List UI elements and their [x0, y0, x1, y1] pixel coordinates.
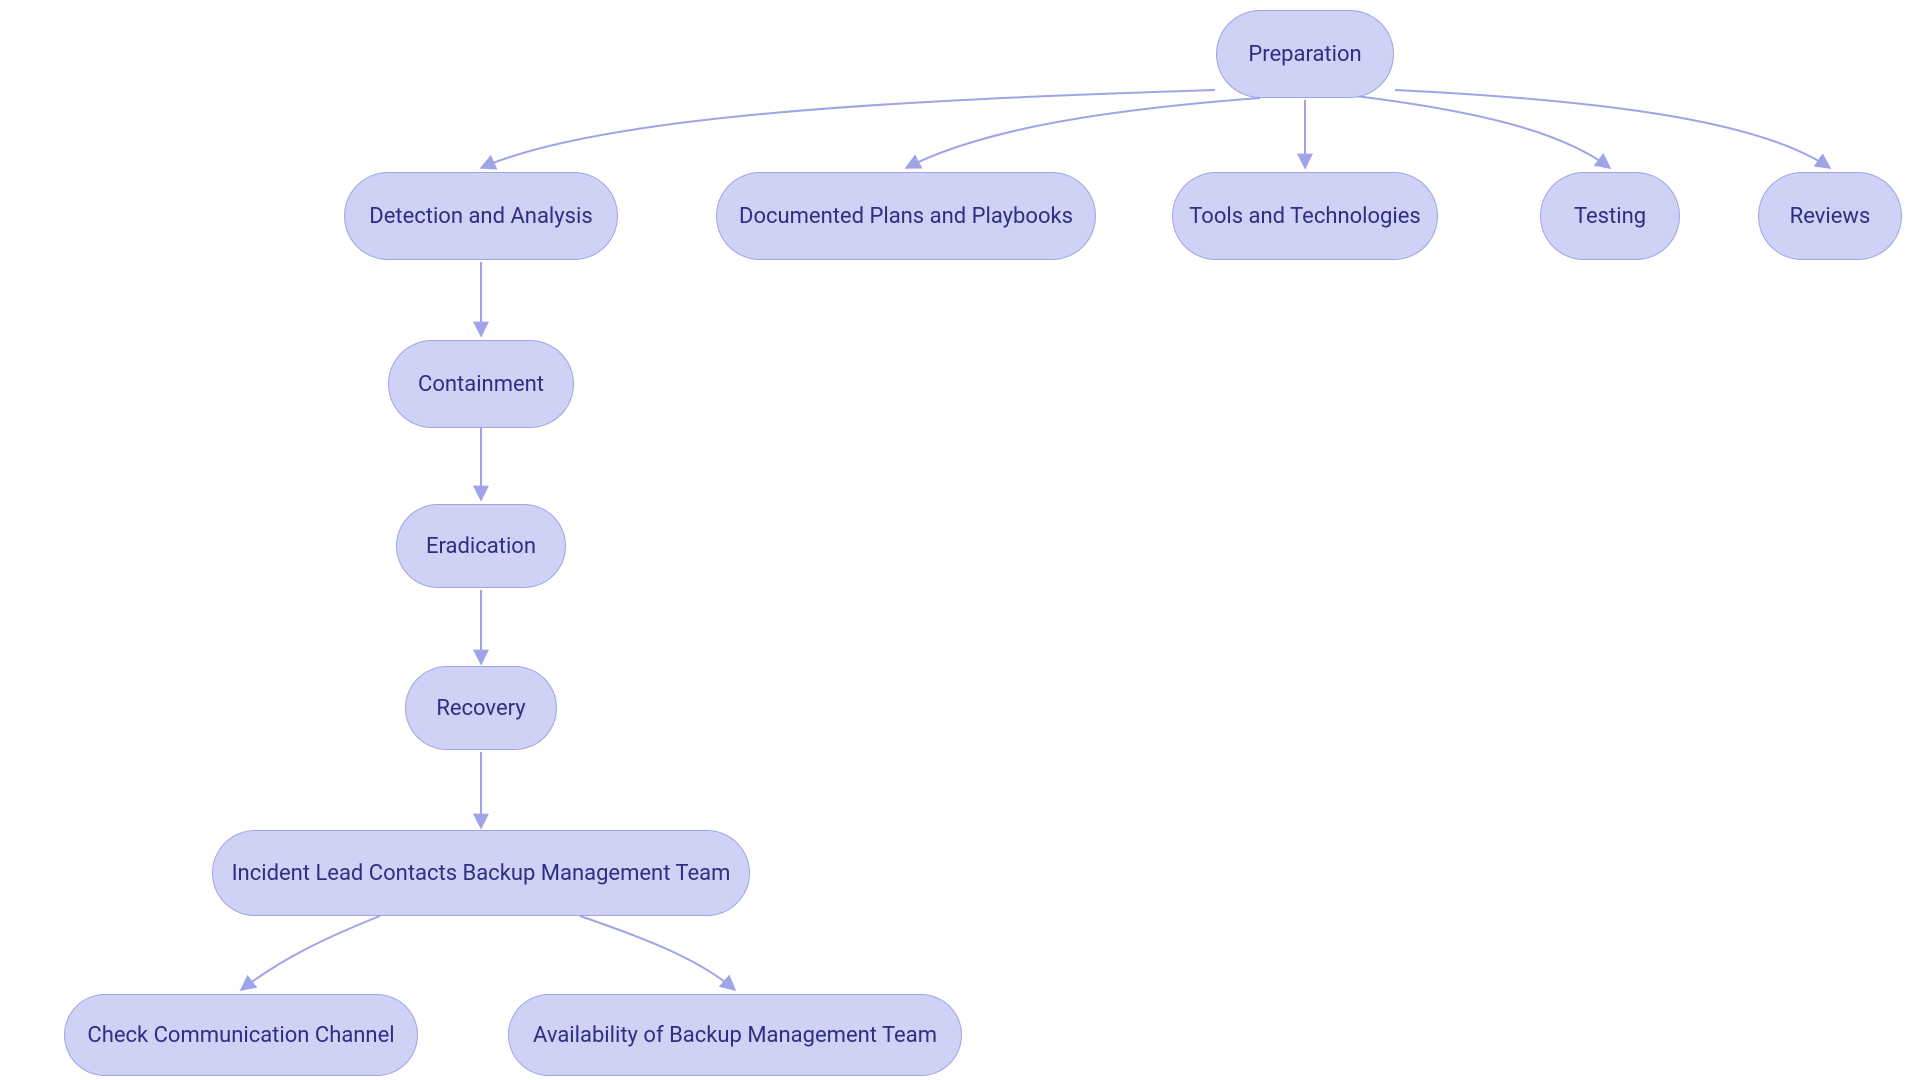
edge-preparation-testing [1355, 96, 1610, 168]
edge-preparation-docplans [906, 98, 1260, 168]
edge-incidentlead-checkcomm [241, 916, 380, 990]
edge-preparation-reviews [1395, 90, 1830, 168]
node-reviews: Reviews [1758, 172, 1902, 260]
node-docplans: Documented Plans and Playbooks [716, 172, 1096, 260]
node-containment: Containment [388, 340, 574, 428]
node-checkcomm: Check Communication Channel [64, 994, 418, 1076]
node-availbackup: Availability of Backup Management Team [508, 994, 962, 1076]
node-preparation: Preparation [1216, 10, 1394, 98]
edge-preparation-detection [481, 90, 1215, 168]
node-testing: Testing [1540, 172, 1680, 260]
node-incidentlead: Incident Lead Contacts Backup Management… [212, 830, 750, 916]
flowchart-canvas: Preparation Detection and Analysis Docum… [0, 0, 1920, 1080]
node-tools: Tools and Technologies [1172, 172, 1438, 260]
node-detection: Detection and Analysis [344, 172, 618, 260]
edge-incidentlead-availbackup [580, 916, 735, 990]
node-eradication: Eradication [396, 504, 566, 588]
node-recovery: Recovery [405, 666, 557, 750]
edges-layer [0, 0, 1920, 1080]
